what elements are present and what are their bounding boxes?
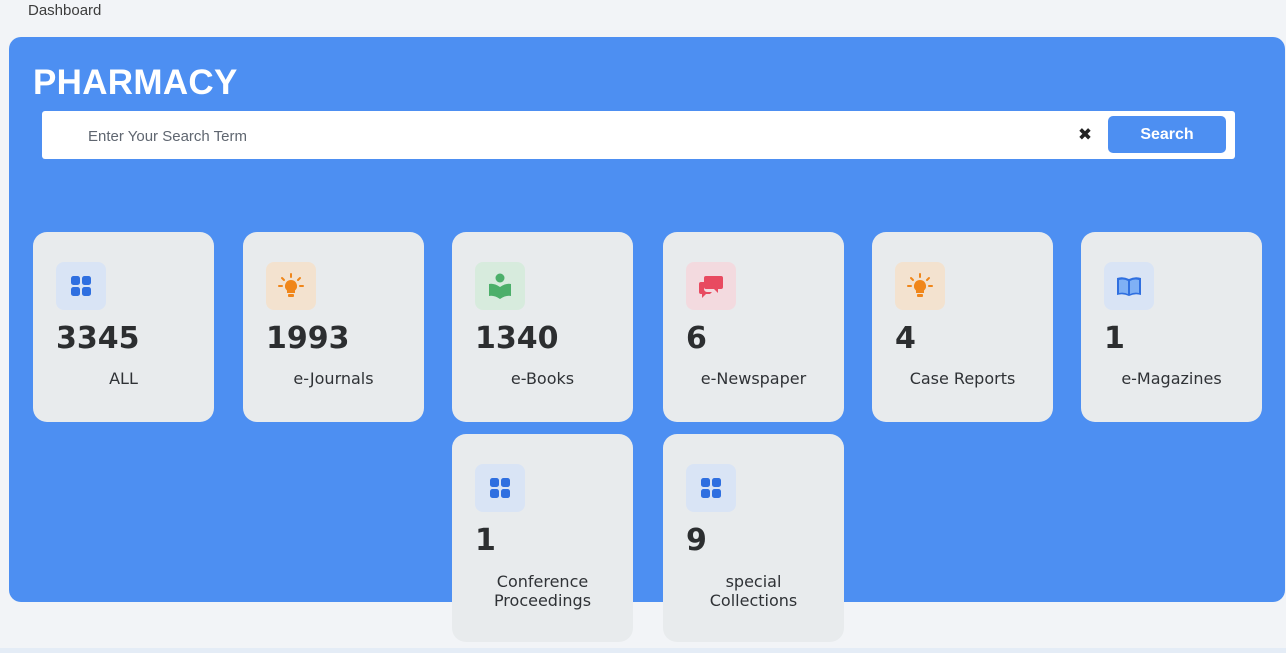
card-count: 3345	[56, 321, 140, 356]
lightbulb-icon	[895, 262, 945, 310]
search-button[interactable]: Search	[1108, 116, 1226, 153]
card-label: ALL	[109, 369, 138, 388]
card-label: special Collections	[709, 572, 798, 610]
card-e-magazines[interactable]: 1 e-Magazines	[1081, 232, 1262, 422]
grid-icon	[475, 464, 525, 512]
card-case-reports[interactable]: 4 Case Reports	[872, 232, 1053, 422]
card-e-books[interactable]: 1340 e-Books	[452, 232, 633, 422]
lightbulb-icon	[266, 262, 316, 310]
card-count: 1993	[266, 321, 350, 356]
card-label: e-Magazines	[1121, 369, 1222, 388]
card-all[interactable]: 3345 ALL	[33, 232, 214, 422]
breadcrumb[interactable]: Dashboard	[28, 2, 101, 19]
chat-icon	[686, 262, 736, 310]
card-label: Conference Proceedings	[493, 572, 592, 610]
grid-icon	[56, 262, 106, 310]
card-label: e-Books	[510, 369, 575, 388]
reader-icon	[475, 262, 525, 310]
card-e-journals[interactable]: 1993 e-Journals	[243, 232, 424, 422]
card-e-newspaper[interactable]: 6 e-Newspaper	[663, 232, 844, 422]
page-title: PHARMACY	[33, 63, 238, 102]
card-label: Case Reports	[909, 369, 1016, 388]
search-bar: ✖ Search	[42, 111, 1235, 159]
card-label: e-Newspaper	[700, 369, 807, 388]
card-conference-proceedings[interactable]: 1 Conference Proceedings	[452, 434, 633, 642]
card-special-collections[interactable]: 9 special Collections	[663, 434, 844, 642]
card-count: 1	[475, 523, 496, 558]
bottom-divider	[0, 648, 1286, 653]
card-label: e-Journals	[293, 369, 374, 388]
book-open-icon	[1104, 262, 1154, 310]
page: Dashboard PHARMACY ✖ Search 3345 ALL	[0, 0, 1286, 653]
card-count: 9	[686, 523, 707, 558]
grid-icon	[686, 464, 736, 512]
card-count: 6	[686, 321, 707, 356]
close-icon[interactable]: ✖	[1077, 125, 1093, 145]
card-count: 1	[1104, 321, 1125, 356]
card-count: 1340	[475, 321, 559, 356]
search-input[interactable]	[86, 123, 1050, 149]
card-count: 4	[895, 321, 916, 356]
